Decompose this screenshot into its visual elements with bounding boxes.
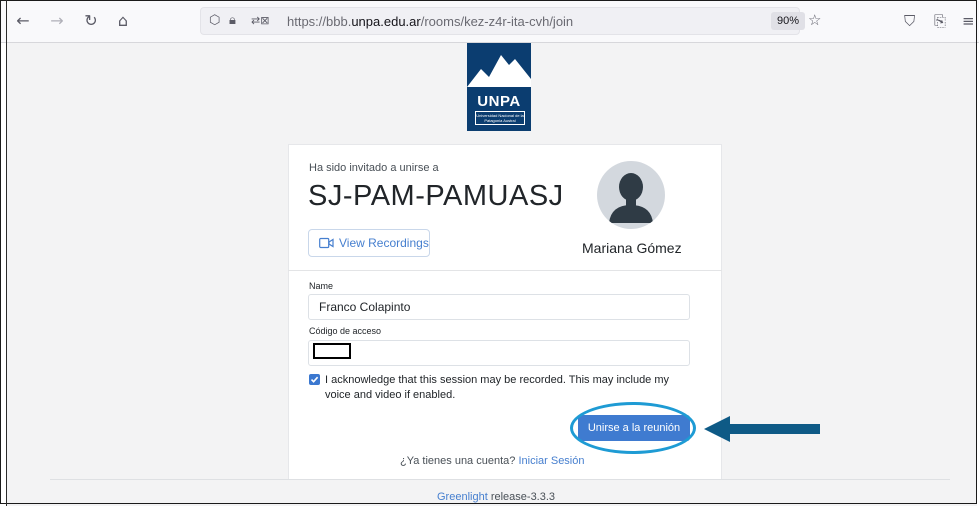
url-text[interactable]: https://bbb.unpa.edu.ar/rooms/kez-z4r-it… [287,14,573,29]
home-icon[interactable]: ⌂ [114,12,132,30]
redaction-box [313,343,351,359]
card-divider [288,270,722,271]
unpa-logo: UNPA Universidad Nacional de la Patagoni… [467,43,531,131]
greenlight-link[interactable]: Greenlight [437,491,488,503]
release-text: release-3.3.3 [487,491,556,503]
user-icon [609,173,653,223]
video-camera-icon [319,237,334,249]
reload-icon[interactable]: ↻ [82,12,100,30]
shield-icon[interactable]: ⬡ [209,13,220,29]
view-recordings-label: View Recordings [339,236,429,250]
pointing-arrow-icon [704,416,820,442]
logo-subtitle: Universidad Nacional de la Patagonia Aus… [475,111,525,125]
view-recordings-button[interactable]: View Recordings [308,229,430,257]
room-name: SJ-PAM-PAMUASJ [308,180,564,212]
image-border-inner [6,0,7,506]
forward-icon[interactable]: → [48,12,66,30]
signin-link[interactable]: Iniciar Sesión [518,455,584,467]
lock-icon[interactable]: 🔒︎ [229,13,236,29]
url-bar[interactable]: ⬡ 🔒︎ ⇄⊠ https://bbb.unpa.edu.ar/rooms/ke… [200,7,821,35]
permissions-icon[interactable]: ⇄⊠ [251,13,269,29]
footer: Greenlight release-3.3.3 [437,491,555,503]
acknowledge-checkbox[interactable] [309,374,320,385]
join-meeting-button[interactable]: Unirse a la reunión [578,415,690,441]
avatar [597,161,665,229]
menu-icon[interactable]: ≡ [962,12,975,30]
account-question: ¿Ya tienes una cuenta? [400,455,516,467]
account-prompt: ¿Ya tienes una cuenta? Iniciar Sesión [400,455,585,467]
footer-divider [50,479,950,480]
acknowledge-text: I acknowledge that this session may be r… [325,374,670,401]
browser-toolbar: ← → ↻ ⌂ ⬡ 🔒︎ ⇄⊠ https://bbb.unpa.edu.ar/… [0,0,979,43]
invited-text: Ha sido invitado a unirse a [309,162,439,174]
room-owner: Mariana Gómez [582,240,682,256]
zoom-level[interactable]: 90% [771,12,806,30]
back-icon[interactable]: ← [14,12,32,30]
name-input[interactable]: Franco Colapinto [308,294,690,320]
access-code-input[interactable] [308,340,690,366]
access-code-label: Código de acceso [309,326,382,336]
checkmark-icon [310,376,319,383]
mountain-icon [467,55,531,91]
logo-title: UNPA [477,93,521,110]
bookmark-star-icon[interactable]: ☆ [808,12,821,28]
pocket-icon[interactable]: ⛉ [904,12,915,30]
extensions-icon[interactable]: ⎘ [934,12,946,30]
name-label: Name [309,281,334,291]
